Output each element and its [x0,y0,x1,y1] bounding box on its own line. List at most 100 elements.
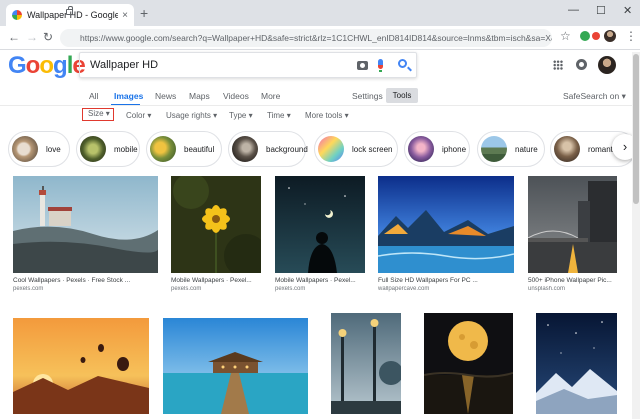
usage-rights-filter[interactable]: Usage rights ▾ [166,111,217,120]
time-filter[interactable]: Time ▾ [267,111,291,120]
image-result[interactable]: Mobile Wallpapers · Pexel... pexels.com [171,176,261,292]
chip-label: iphone [442,144,467,154]
result-caption: Full Size HD Wallpapers For PC ... [378,277,478,284]
chip-label: background [266,144,308,154]
type-filter[interactable]: Type ▾ [229,111,253,120]
browser-menu-icon[interactable]: ⋮ [625,29,637,43]
chip-label: love [46,144,61,154]
camera-icon[interactable] [357,61,368,70]
chip-label: mobile [114,144,138,154]
result-source: pexels.com [171,286,202,292]
settings-link[interactable]: Settings [352,91,383,101]
chip-label: lock screen [352,144,393,154]
tab-all[interactable]: All [89,91,98,101]
result-image[interactable] [13,318,149,414]
image-result[interactable] [331,313,401,414]
apps-grid-icon[interactable] [553,60,563,70]
color-filter[interactable]: Color ▾ [126,111,151,120]
divider [0,105,640,106]
image-result[interactable] [163,318,308,414]
result-source: pexels.com [275,286,306,292]
forward-icon[interactable]: → [26,30,38,44]
google-logo[interactable]: Google [8,52,86,80]
maximize-icon[interactable]: ☐ [596,4,606,17]
result-image[interactable] [536,313,617,414]
search-icon[interactable] [398,59,407,68]
address-bar[interactable]: https://www.google.com/search?q=Wallpape… [60,29,552,47]
chip-lock-screen[interactable]: lock screen [314,131,398,167]
logo-letter: o [39,52,54,79]
result-image[interactable] [378,176,514,273]
extension-icon[interactable] [580,31,590,41]
result-image[interactable] [163,318,308,414]
search-box[interactable]: Wallpaper HD [79,52,417,78]
result-image[interactable] [275,176,365,273]
chip-thumbnail [80,136,106,162]
logo-letter: o [25,52,41,79]
back-icon[interactable]: ← [8,30,20,44]
chip-thumbnail [408,136,434,162]
browser-tabstrip: Wallpaper HD - Google Search × + — ☐ ✕ [0,0,640,26]
chip-label: nature [515,144,538,154]
chip-love[interactable]: love [8,131,70,167]
related-searches: love mobile beautiful background lock sc… [0,131,640,169]
result-source: wallpapercave.com [378,286,430,292]
tab-videos[interactable]: Videos [223,91,249,101]
chip-nature[interactable]: nature [477,131,545,167]
tab-maps[interactable]: Maps [189,91,210,101]
result-image[interactable] [331,313,401,414]
chip-thumbnail [12,136,38,162]
tools-button[interactable]: Tools [386,88,418,103]
account-avatar[interactable] [598,56,616,74]
image-result[interactable] [536,313,617,414]
google-favicon-icon [12,10,22,20]
chip-thumbnail [481,136,507,162]
chip-iphone[interactable]: iphone [404,131,470,167]
chip-background[interactable]: background [228,131,308,167]
more-tools-filter[interactable]: More tools ▾ [305,111,349,120]
browser-toolbar: ← → ↻ https://www.google.com/search?q=Wa… [0,26,640,50]
result-caption: 500+ iPhone Wallpaper Pic... [528,277,612,284]
result-image[interactable] [528,176,617,273]
chip-mobile[interactable]: mobile [76,131,140,167]
close-window-icon[interactable]: ✕ [623,4,632,17]
result-source: unsplash.com [528,286,566,292]
bookmark-star-icon[interactable]: ☆ [560,29,571,43]
result-image[interactable] [424,313,513,414]
extension-icon-2[interactable] [592,32,600,40]
page-scrollbar[interactable] [632,52,640,419]
size-filter[interactable]: Size ▾ [82,108,114,121]
chip-beautiful[interactable]: beautiful [146,131,222,167]
tab-more[interactable]: More [261,91,280,101]
browser-profile-icon[interactable] [604,30,616,42]
tab-images[interactable]: Images [114,91,143,101]
image-result[interactable]: Cool Wallpapers · Pexels · Free Stock ..… [13,176,158,292]
chip-thumbnail [554,136,580,162]
minimize-icon[interactable]: — [568,4,579,16]
search-input[interactable]: Wallpaper HD [90,59,158,71]
close-tab-icon[interactable]: × [122,10,128,21]
chip-thumbnail [150,136,176,162]
logo-letter: g [53,52,68,79]
scrollbar-thumb[interactable] [633,54,639,204]
image-result[interactable]: Mobile Wallpapers · Pexel... pexels.com [275,176,365,292]
safesearch-toggle[interactable]: SafeSearch on ▾ [563,91,626,102]
result-image[interactable] [171,176,261,273]
image-result[interactable] [424,313,513,414]
lock-icon [66,6,73,15]
chip-thumbnail [232,136,258,162]
result-caption: Mobile Wallpapers · Pexel... [275,277,356,284]
new-tab-button[interactable]: + [140,5,148,21]
image-result[interactable]: 500+ iPhone Wallpaper Pic... unsplash.co… [528,176,617,292]
image-result[interactable]: Full Size HD Wallpapers For PC ... wallp… [378,176,514,292]
image-result[interactable] [13,318,149,414]
chip-label: beautiful [184,144,215,154]
tab-news[interactable]: News [155,91,176,101]
microphone-icon[interactable] [378,59,383,72]
result-image[interactable] [13,176,158,273]
logo-letter: G [8,52,27,79]
reload-icon[interactable]: ↻ [43,30,53,44]
notifications-icon[interactable] [576,59,587,70]
result-caption: Mobile Wallpapers · Pexel... [171,277,252,284]
result-caption: Cool Wallpapers · Pexels · Free Stock ..… [13,277,131,284]
